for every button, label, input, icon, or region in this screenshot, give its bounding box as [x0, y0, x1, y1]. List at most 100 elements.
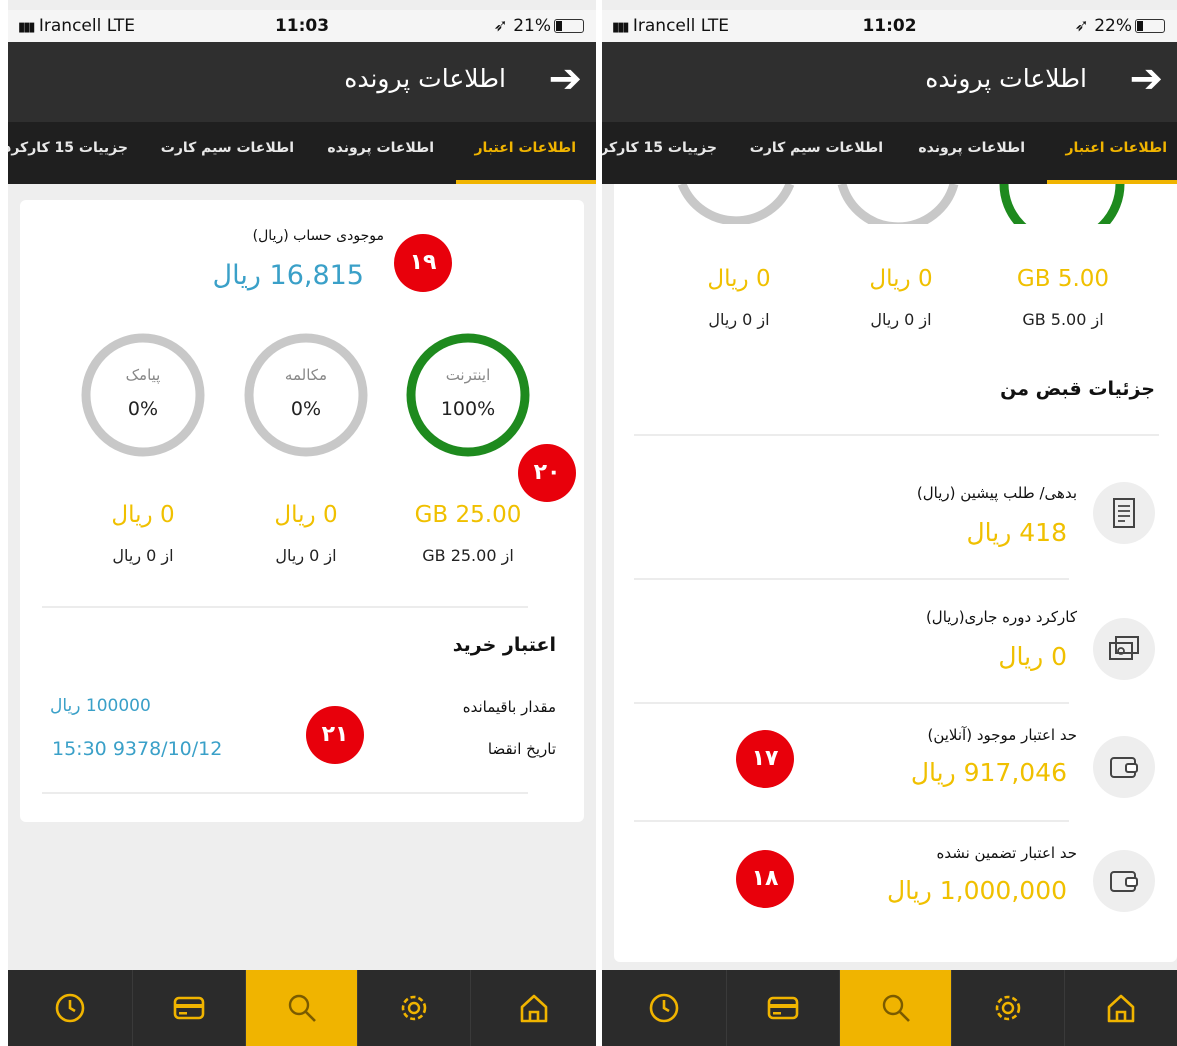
call-amount: 0 ریال — [869, 266, 933, 292]
call-of: از 0 ریال — [870, 310, 932, 329]
nav-history[interactable] — [602, 970, 726, 1046]
sms-amount: 0 ریال — [707, 266, 771, 292]
back-arrow-icon[interactable]: ➔ — [548, 56, 582, 102]
divider — [42, 606, 528, 608]
page-title: اطلاعات پرونده — [925, 64, 1087, 93]
phone-screen-left: ▮▮▮ Irancell LTE 11:03 ➶ 21% اطلاعات پرو… — [8, 0, 596, 1046]
divider — [634, 578, 1069, 580]
nav-search[interactable] — [839, 970, 951, 1046]
nav-history[interactable] — [8, 970, 132, 1046]
tab-file-info[interactable]: اطلاعات پرونده — [918, 140, 1025, 156]
gauge-label: مکالمه — [284, 366, 328, 384]
credit-card-panel: موجودی حساب (ریال) 16,815 ریال ۱۹ اینترن… — [20, 200, 584, 822]
gear-icon — [401, 995, 427, 1021]
balance-label: موجودی حساب (ریال) — [252, 228, 384, 244]
nav-services[interactable] — [951, 970, 1064, 1046]
divider — [42, 792, 528, 794]
bill-item-value: 0 ریال — [998, 642, 1067, 671]
expiry-value: 9378/10/12 15:30 — [52, 738, 223, 760]
location-icon: ➶ — [493, 16, 508, 36]
active-tab-indicator — [456, 180, 596, 184]
tab-sim-info[interactable]: اطلاعات سیم کارت — [161, 140, 294, 156]
battery-percent: 21% — [513, 16, 551, 36]
bill-item-icon-bg — [1093, 482, 1155, 544]
nav-payment[interactable] — [132, 970, 245, 1046]
wallet-icon — [1110, 757, 1138, 778]
bill-item-value: 418 ریال — [966, 518, 1067, 547]
purchase-credit-title: اعتبار خرید — [452, 634, 556, 656]
call-gauge: مکالمه 0% — [241, 330, 371, 460]
gauge-percent: 0% — [127, 398, 159, 420]
tab-bar: اطلاعات اعتبار اطلاعات پرونده اطلاعات سی… — [602, 122, 1177, 184]
money-icon — [1109, 636, 1139, 660]
battery-icon — [554, 19, 584, 33]
gauge-label: پیامک — [125, 366, 161, 384]
bill-item-icon-bg — [1093, 850, 1155, 912]
bill-item-icon-bg — [1093, 736, 1155, 798]
sms-of: از 0 ریال — [708, 310, 770, 329]
divider — [634, 434, 1159, 436]
battery-icon — [1135, 19, 1165, 33]
home-icon — [520, 994, 547, 1023]
gauge-percent: 0% — [290, 398, 322, 420]
tab-usage-details[interactable]: جزییات 15 کارکرد — [8, 140, 128, 156]
expiry-label: تاریخ انقضا — [487, 740, 556, 758]
call-of: از 0 ریال — [275, 546, 337, 565]
status-bar: ▮▮▮ Irancell LTE 11:02 ➶ 22% — [602, 10, 1177, 42]
tab-bar: اطلاعات اعتبار اطلاعات پرونده اطلاعات سی… — [8, 122, 596, 184]
internet-of: از 25.00 GB — [422, 546, 514, 565]
remaining-value: 100000 ریال — [50, 696, 151, 716]
bottom-nav — [602, 970, 1177, 1046]
tab-credit-info[interactable]: اطلاعات اعتبار — [475, 140, 577, 156]
annotation-badge-19: ۱۹ — [394, 234, 452, 292]
card-icon — [173, 996, 205, 1020]
gauge-percent: 100% — [440, 398, 496, 420]
bill-item-label: حد اعتبار موجود (آنلاین) — [927, 726, 1077, 744]
page-title: اطلاعات پرونده — [344, 64, 506, 93]
nav-payment[interactable] — [726, 970, 839, 1046]
search-icon — [882, 994, 910, 1022]
annotation-badge-17: ۱۷ — [736, 730, 794, 788]
internet-gauge: اینترنت 100% — [403, 330, 533, 460]
nav-home[interactable] — [470, 970, 596, 1046]
status-bar: ▮▮▮ Irancell LTE 11:03 ➶ 21% — [8, 10, 596, 42]
annotation-badge-18: ۱۸ — [736, 850, 794, 908]
location-icon: ➶ — [1074, 16, 1089, 36]
tab-file-info[interactable]: اطلاعات پرونده — [327, 140, 434, 156]
internet-amount: 5.00 GB — [1016, 266, 1110, 292]
bill-item-label: حد اعتبار تضمین نشده — [936, 844, 1077, 862]
sms-of: از 0 ریال — [112, 546, 174, 565]
balance-value: 16,815 ریال — [212, 260, 364, 291]
nav-services[interactable] — [357, 970, 470, 1046]
remaining-label: مقدار باقیمانده — [462, 698, 556, 716]
receipt-icon — [1113, 498, 1135, 528]
back-arrow-icon[interactable]: ➔ — [1129, 56, 1163, 102]
wallet-icon — [1110, 871, 1138, 892]
internet-of: از 5.00 GB — [1022, 310, 1104, 329]
tab-sim-info[interactable]: اطلاعات سیم کارت — [750, 140, 883, 156]
gear-icon — [995, 995, 1021, 1021]
nav-search[interactable] — [245, 970, 357, 1046]
app-header: اطلاعات پرونده ➔ — [602, 42, 1177, 122]
bill-item-icon-bg — [1093, 618, 1155, 680]
divider — [634, 820, 1069, 822]
bill-item-value: 1,000,000 ریال — [887, 876, 1067, 905]
search-icon — [288, 994, 316, 1022]
sms-amount: 0 ریال — [111, 502, 175, 528]
app-header: اطلاعات پرونده ➔ — [8, 42, 596, 122]
tab-usage-details[interactable]: جزییات 15 کارکرد — [602, 140, 717, 156]
phone-screen-right: ▮▮▮ Irancell LTE 11:02 ➶ 22% اطلاعات پرو… — [602, 0, 1177, 1046]
nav-home[interactable] — [1064, 970, 1177, 1046]
home-icon — [1107, 994, 1135, 1023]
credit-card-panel-scrolled: 5.00 GB از 5.00 GB 0 ریال از 0 ریال 0 ری… — [614, 184, 1177, 962]
bill-item-label: کارکرد دوره جاری(ریال) — [925, 608, 1077, 626]
bill-item-value: 917,046 ریال — [910, 758, 1067, 787]
clock-icon — [649, 993, 679, 1023]
gauge-label: اینترنت — [445, 366, 491, 384]
gauge-arcs-partial — [677, 184, 1125, 224]
bill-details-title: جزئیات قبض من — [1000, 378, 1155, 400]
annotation-badge-21: ۲۱ — [306, 706, 364, 764]
card-icon — [767, 996, 799, 1020]
battery-percent: 22% — [1094, 16, 1132, 36]
tab-credit-info[interactable]: اطلاعات اعتبار — [1066, 140, 1168, 156]
